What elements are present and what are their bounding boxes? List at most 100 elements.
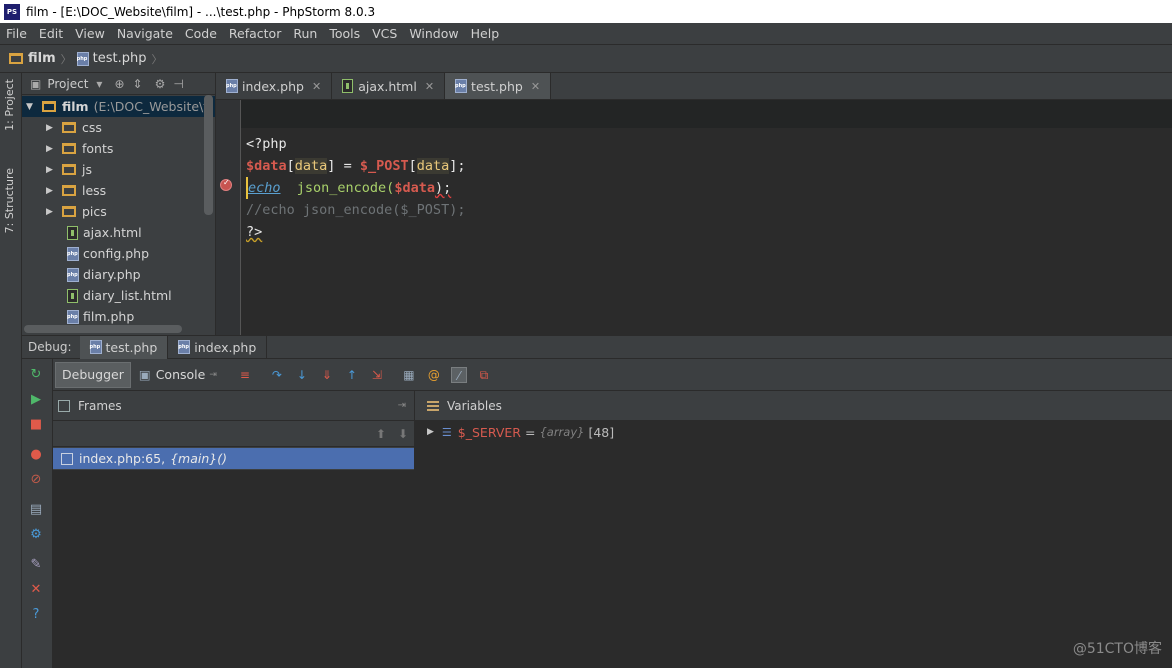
run-to-cursor-icon[interactable]: ⇲ — [369, 367, 385, 383]
token-bracket: ]; — [449, 158, 466, 174]
collapse-arrow-icon[interactable]: ▶ — [46, 186, 56, 196]
menu-help[interactable]: Help — [465, 26, 506, 41]
php-file-icon — [67, 309, 79, 324]
resume-program-icon[interactable]: ▶ — [28, 392, 44, 408]
debug-tab-test-php[interactable]: test.php — [79, 335, 169, 359]
help-icon[interactable]: ? — [28, 607, 44, 623]
tree-folder-js[interactable]: ▶ js — [22, 159, 215, 180]
tab-structure-toolwindow[interactable]: 7: Structure — [3, 168, 16, 233]
collapse-arrow-icon[interactable]: ▶ — [46, 144, 56, 154]
code-editor[interactable]: <?php $data[data] = $_POST[data]; echo j… — [216, 100, 1172, 335]
tree-folder-pics[interactable]: ▶ pics — [22, 201, 215, 222]
tree-file-diary-php[interactable]: diary.php — [22, 264, 215, 285]
arrow-up-icon[interactable]: ⬆ — [376, 427, 386, 441]
step-into-icon[interactable]: ↓ — [294, 367, 310, 383]
arrow-down-icon[interactable]: ⬇ — [398, 427, 408, 441]
editor-tab-index-php[interactable]: index.php ✕ — [216, 73, 333, 99]
frame-location: index.php:65, — [79, 451, 166, 466]
tree-folder-label: fonts — [82, 141, 114, 156]
stop-icon[interactable]: ■ — [28, 417, 44, 433]
token-comment: //echo json_encode($_POST); — [246, 202, 466, 218]
breadcrumb-separator-icon: 〉 — [60, 52, 72, 66]
frame-row[interactable]: index.php:65, {main}() — [53, 448, 414, 469]
toggle-values-icon[interactable]: ⁄ — [450, 366, 467, 383]
collapse-arrow-icon[interactable]: ▶ — [46, 123, 56, 133]
expand-arrow-icon[interactable]: ▼ — [26, 102, 36, 112]
tree-file-label: diary_list.html — [83, 288, 172, 303]
menu-refactor[interactable]: Refactor — [223, 26, 287, 41]
code-content[interactable]: <?php $data[data] = $_POST[data]; echo j… — [246, 133, 466, 243]
menu-navigate[interactable]: Navigate — [111, 26, 179, 41]
menu-window[interactable]: Window — [403, 26, 464, 41]
tree-file-diary-list-html[interactable]: diary_list.html — [22, 285, 215, 306]
menu-vcs[interactable]: VCS — [366, 26, 403, 41]
layout-icon[interactable]: ▤ — [28, 502, 44, 518]
project-view-dropdown[interactable]: Project — [47, 77, 88, 91]
code-line-1: <?php — [246, 133, 466, 155]
collapse-arrow-icon[interactable]: ▶ — [46, 165, 56, 175]
menu-edit[interactable]: Edit — [33, 26, 69, 41]
close-icon[interactable]: ✕ — [28, 582, 44, 598]
pin-icon[interactable]: ⇥ — [398, 400, 406, 411]
breadcrumb-project[interactable]: film — [0, 51, 56, 66]
expand-arrow-icon[interactable]: ▶ — [427, 427, 434, 437]
editor-tab-label: test.php — [471, 78, 523, 94]
locate-target-icon[interactable]: ⊕ — [114, 77, 124, 91]
rerun-icon[interactable]: ↻ — [28, 367, 44, 383]
php-file-icon — [226, 79, 238, 93]
debug-tab-label: test.php — [105, 339, 158, 355]
tree-folder-fonts[interactable]: ▶ fonts — [22, 138, 215, 159]
editor-tab-bar: index.php ✕ ajax.html ✕ test.php ✕ — [216, 73, 1172, 100]
editor-tab-test-php[interactable]: test.php ✕ — [445, 73, 552, 99]
menu-run[interactable]: Run — [287, 26, 323, 41]
tree-file-label: ajax.html — [83, 225, 142, 240]
menu-file[interactable]: File — [0, 26, 33, 41]
tree-file-ajax-html[interactable]: ajax.html — [22, 222, 215, 243]
tree-file-film-php[interactable]: film.php — [22, 306, 215, 327]
close-icon[interactable]: ✕ — [531, 80, 540, 93]
breakpoint-icon[interactable] — [220, 178, 232, 191]
close-icon[interactable]: ✕ — [312, 80, 321, 93]
collapse-arrow-icon[interactable]: ▶ — [46, 207, 56, 217]
show-execution-point-icon[interactable]: ≡ — [237, 367, 253, 383]
evaluate-expression-icon[interactable]: ▦ — [401, 367, 417, 383]
tree-folder-label: less — [82, 183, 107, 198]
token-key: data — [416, 158, 450, 174]
restore-layout-icon[interactable]: ⧉ — [476, 367, 492, 383]
step-over-icon[interactable]: ↷ — [269, 367, 285, 383]
close-icon[interactable]: ✕ — [425, 80, 434, 93]
tab-project-toolwindow[interactable]: 1: Project — [3, 79, 16, 131]
menu-view[interactable]: View — [69, 26, 111, 41]
project-horizontal-scrollbar[interactable] — [24, 325, 182, 333]
debug-tab-index-php[interactable]: index.php — [168, 335, 268, 359]
token-variable: $data — [246, 158, 287, 174]
left-tool-strip: 1: Project 7: Structure — [0, 73, 22, 668]
tab-debugger[interactable]: Debugger — [55, 361, 131, 388]
editor-tab-ajax-html[interactable]: ajax.html ✕ — [332, 73, 446, 99]
menu-tools[interactable]: Tools — [323, 26, 366, 41]
menu-code[interactable]: Code — [179, 26, 223, 41]
tree-file-config-php[interactable]: config.php — [22, 243, 215, 264]
force-step-into-icon[interactable]: ⇓ — [319, 367, 335, 383]
pin-tab-icon[interactable]: ✎ — [28, 557, 44, 573]
tree-root-film[interactable]: ▼ film (E:\DOC_Website\fi — [22, 96, 215, 117]
view-breakpoints-icon[interactable]: ● — [28, 447, 44, 463]
tab-console[interactable]: ▣ Console ⇥ — [133, 362, 223, 388]
code-line-3: echo json_encode($data); — [246, 177, 466, 199]
settings-gear-icon[interactable]: ⚙ — [28, 527, 44, 543]
folder-icon — [62, 164, 76, 175]
mute-breakpoints-icon[interactable]: ⊘ — [28, 472, 44, 488]
tree-folder-css[interactable]: ▶ css — [22, 117, 215, 138]
frames-panel-header: Frames ⇥ — [53, 391, 414, 421]
tree-folder-less[interactable]: ▶ less — [22, 180, 215, 201]
editor-gutter[interactable] — [216, 100, 241, 335]
watch-icon[interactable]: @ — [426, 367, 442, 383]
settings-gear-icon[interactable]: ⚙ — [155, 77, 166, 91]
variable-row[interactable]: ▶ ☰ $_SERVER = {array} [48] — [415, 421, 1172, 443]
breadcrumb-file[interactable]: test.php — [76, 51, 146, 66]
hide-panel-icon[interactable]: ⊣ — [173, 77, 183, 91]
step-out-icon[interactable]: ↑ — [344, 367, 360, 383]
tree-folder-label: pics — [82, 204, 107, 219]
project-vertical-scrollbar[interactable] — [204, 95, 213, 215]
collapse-all-icon[interactable]: ⇕ — [133, 77, 143, 91]
